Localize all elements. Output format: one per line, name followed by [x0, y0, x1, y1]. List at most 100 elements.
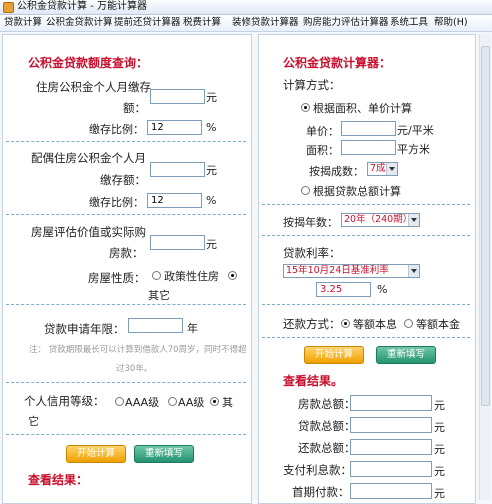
separator	[6, 214, 246, 215]
loan-calc-heading: 公积金贷款计算器：	[283, 56, 392, 70]
right-reset-button[interactable]: 重新填写	[376, 346, 436, 364]
own-fund-label-cont: 额：	[123, 101, 146, 115]
own-ratio-value: 12	[151, 122, 164, 133]
house-type-policy-label: 政策性住房	[164, 270, 219, 283]
house-value-label-cont: 房款：	[109, 246, 144, 260]
separator	[6, 382, 246, 383]
result-unit: 元	[434, 465, 445, 478]
result-label-interest: 支付利息款：	[283, 463, 352, 477]
note-text-cont: 过30年。	[116, 364, 153, 374]
note-text: 注： 贷款期限最长可以计算到借款人70周岁，同时不得超	[29, 345, 247, 355]
separator	[6, 304, 246, 305]
result-label-repay-total: 还款总额：	[298, 441, 356, 455]
area-input[interactable]	[341, 140, 396, 155]
credit-aa-radio[interactable]	[168, 397, 177, 406]
spouse-ratio-percent: %	[206, 194, 217, 207]
menu-prepay-calc[interactable]: 提前还贷计算器	[114, 15, 181, 31]
unit-price-input[interactable]	[341, 121, 396, 136]
loan-rate-value: 3.25	[320, 284, 343, 295]
house-value-unit: 元	[206, 238, 217, 251]
loan-rate-label: 贷款利率：	[283, 246, 341, 260]
left-calc-button[interactable]: 开始计算	[66, 445, 126, 463]
menu-fund-loan-calc[interactable]: 公积金贷款计算	[46, 15, 113, 31]
own-ratio-percent: %	[206, 121, 217, 134]
separator	[262, 337, 470, 338]
mortgage-ratio-value: 7成	[370, 163, 386, 174]
house-type-other-radio[interactable]	[228, 271, 237, 280]
method-area-price-radio[interactable]	[301, 103, 310, 112]
own-ratio-input[interactable]: 12	[147, 120, 202, 135]
spouse-fund-label: 配偶住房公积金个人月	[31, 151, 146, 165]
loan-rate-input[interactable]: 3.25	[316, 282, 371, 297]
loan-years-input[interactable]	[128, 318, 183, 333]
own-fund-unit: 元	[206, 91, 217, 104]
credit-level-label: 个人信用等级：	[24, 394, 105, 408]
credit-aaa-radio[interactable]	[115, 397, 124, 406]
chevron-down-icon	[386, 163, 397, 175]
title-bar: 公积金贷款计算 - 万能计算器	[0, 0, 492, 15]
left-reset-button[interactable]: 重新填写	[134, 445, 194, 463]
spouse-fund-unit: 元	[206, 164, 217, 177]
method-total-label: 根据贷款总额计算	[313, 185, 401, 198]
credit-other-label-cont: 它	[28, 415, 39, 428]
chevron-down-icon	[408, 265, 419, 277]
spouse-fund-input[interactable]	[150, 162, 205, 177]
unit-price-label: 单价：	[306, 125, 339, 138]
result-loan-total-field	[350, 417, 432, 433]
house-type-policy-radio[interactable]	[152, 271, 161, 280]
separator	[262, 204, 470, 205]
house-value-input[interactable]	[150, 235, 205, 250]
result-interest-field	[350, 461, 432, 477]
own-ratio-label: 缴存比例：	[89, 123, 144, 136]
house-value-label: 房屋评估价值或实际购	[31, 225, 146, 239]
scrollbar-thumb[interactable]	[481, 46, 490, 406]
repay-equal-installment-label: 等额本息	[353, 318, 397, 331]
menu-bar: 贷款计算 公积金贷款计算 提前还贷计算器 税费计算 装修贷款计算器 购房能力评估…	[0, 15, 492, 32]
area-unit: 平方米	[397, 143, 430, 156]
method-total-radio[interactable]	[301, 186, 310, 195]
spouse-ratio-value: 12	[151, 195, 164, 206]
menu-affordability-calc[interactable]: 购房能力评估计算器	[303, 15, 389, 31]
separator	[6, 141, 246, 142]
spouse-ratio-label: 缴存比例：	[89, 196, 144, 209]
mortgage-years-label: 按揭年数：	[283, 216, 338, 229]
spouse-ratio-input[interactable]: 12	[147, 193, 202, 208]
method-area-price-label: 根据面积、单价计算	[313, 102, 412, 115]
mortgage-years-select[interactable]: 20年（240期）	[341, 213, 420, 227]
chevron-down-icon	[408, 214, 419, 226]
credit-other-radio[interactable]	[210, 397, 219, 406]
mortgage-ratio-select[interactable]: 7成	[367, 162, 398, 176]
credit-aa-label: AA级	[178, 396, 205, 409]
loan-rate-select[interactable]: 15年10月24日基准利率	[283, 264, 420, 278]
result-label-house-total: 房款总额：	[298, 397, 356, 411]
loan-rate-percent: %	[377, 283, 388, 296]
result-label-down-payment: 首期付款：	[292, 485, 350, 499]
fund-quota-heading: 公积金贷款额度查询：	[28, 56, 149, 70]
house-type-other-label: 其它	[148, 289, 170, 302]
menu-loan-calc[interactable]: 贷款计算	[4, 15, 42, 31]
menu-tax-calc[interactable]: 税费计算	[183, 15, 221, 31]
result-house-total-field	[350, 395, 432, 411]
repay-equal-principal-label: 等额本金	[416, 318, 460, 331]
loan-rate-select-value: 15年10月24日基准利率	[286, 265, 389, 276]
menu-system-tools[interactable]: 系统工具	[390, 15, 428, 31]
result-label-loan-total: 贷款总额：	[298, 419, 356, 433]
separator	[262, 304, 470, 305]
app-icon	[3, 2, 14, 13]
menu-renovation-calc[interactable]: 装修贷款计算器	[232, 15, 299, 31]
own-fund-label: 住房公积金个人月缴存	[36, 80, 151, 94]
repay-equal-installment-radio[interactable]	[341, 319, 350, 328]
repay-equal-principal-radio[interactable]	[404, 319, 413, 328]
mortgage-ratio-label: 按揭成数：	[309, 165, 364, 178]
left-result-heading: 查看结果：	[28, 473, 89, 487]
loan-years-unit: 年	[187, 322, 198, 335]
right-calc-button[interactable]: 开始计算	[304, 346, 364, 364]
own-fund-input[interactable]	[150, 89, 205, 104]
credit-aaa-label: AAA级	[125, 396, 160, 409]
vertical-scrollbar[interactable]	[479, 34, 491, 500]
unit-price-unit: 元/平米	[397, 124, 434, 137]
loan-years-label: 贷款申请年限：	[44, 322, 125, 336]
menu-help[interactable]: 帮助(H)	[434, 15, 468, 31]
spouse-fund-label-cont: 缴存额：	[100, 173, 146, 187]
result-down-payment-field	[350, 483, 432, 499]
